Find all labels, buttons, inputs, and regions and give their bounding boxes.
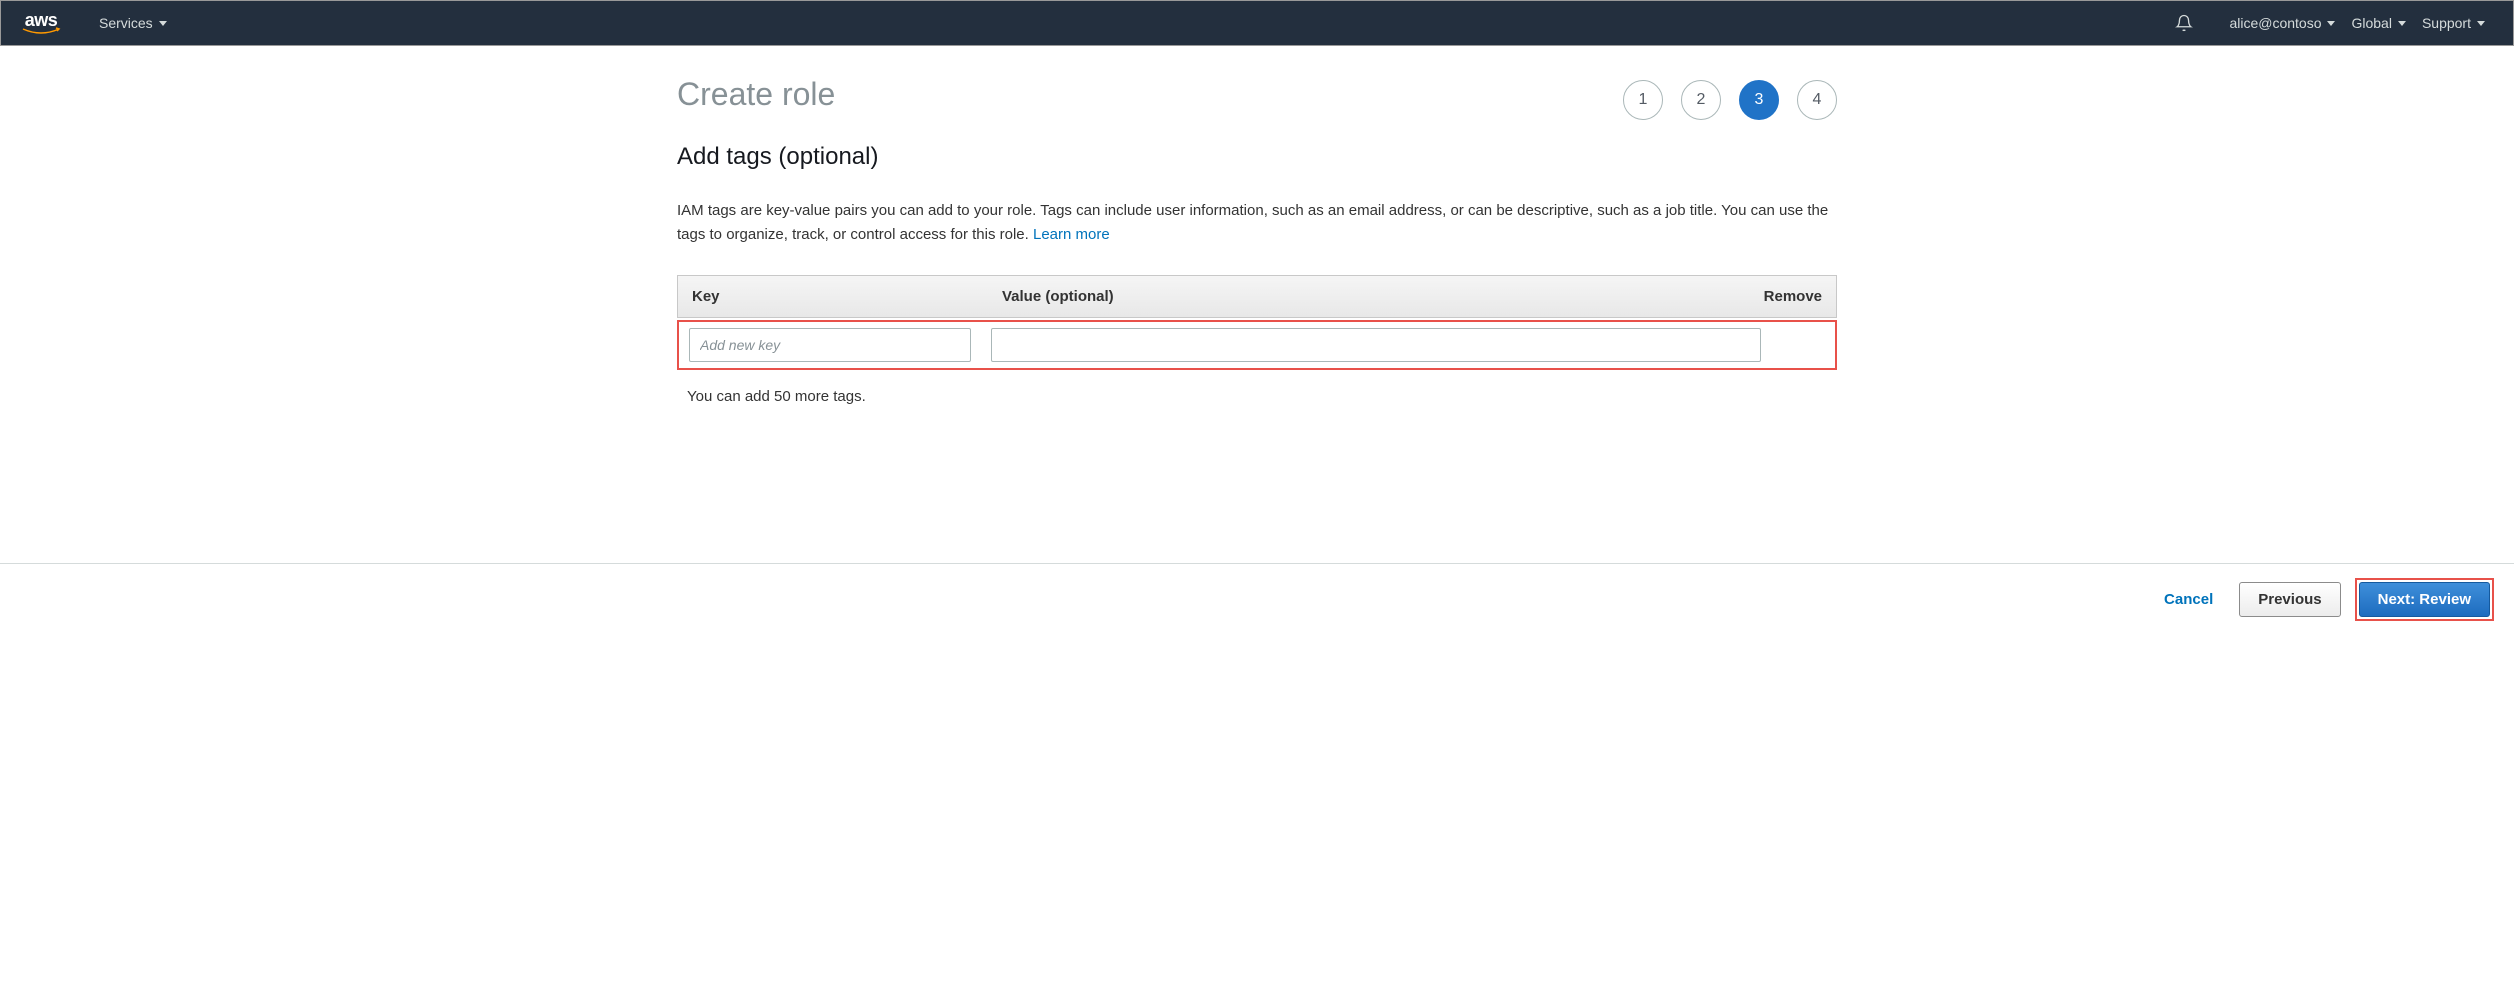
column-header-key: Key bbox=[692, 288, 1002, 305]
learn-more-link[interactable]: Learn more bbox=[1033, 226, 1110, 243]
main-content: Create role 1 2 3 4 Add tags (optional) … bbox=[657, 46, 1857, 443]
column-header-value: Value (optional) bbox=[1002, 288, 1742, 305]
step-2[interactable]: 2 bbox=[1681, 80, 1721, 120]
page-title: Create role bbox=[677, 76, 835, 113]
region-menu[interactable]: Global bbox=[2343, 15, 2413, 31]
description-body: IAM tags are key-value pairs you can add… bbox=[677, 202, 1828, 243]
cancel-button[interactable]: Cancel bbox=[2152, 583, 2225, 616]
chevron-down-icon bbox=[2398, 21, 2406, 26]
chevron-down-icon bbox=[2327, 21, 2335, 26]
next-review-button[interactable]: Next: Review bbox=[2359, 582, 2490, 617]
tag-count-hint: You can add 50 more tags. bbox=[677, 370, 1837, 423]
support-menu[interactable]: Support bbox=[2414, 15, 2493, 31]
tag-key-input[interactable] bbox=[689, 328, 971, 362]
section-title: Add tags (optional) bbox=[677, 143, 1837, 171]
tag-value-input[interactable] bbox=[991, 328, 1761, 362]
description-text: IAM tags are key-value pairs you can add… bbox=[677, 199, 1837, 247]
services-label: Services bbox=[99, 15, 153, 31]
footer-actions: Cancel Previous Next: Review bbox=[0, 563, 2514, 635]
aws-smile-icon bbox=[21, 27, 61, 35]
user-label: alice@contoso bbox=[2229, 15, 2321, 31]
region-label: Global bbox=[2351, 15, 2391, 31]
step-1[interactable]: 1 bbox=[1623, 80, 1663, 120]
column-header-remove: Remove bbox=[1742, 288, 1822, 305]
chevron-down-icon bbox=[2477, 21, 2485, 26]
chevron-down-icon bbox=[159, 21, 167, 26]
account-menu[interactable]: alice@contoso bbox=[2221, 15, 2343, 31]
step-indicator: 1 2 3 4 bbox=[1623, 80, 1837, 120]
step-4[interactable]: 4 bbox=[1797, 80, 1837, 120]
notifications-icon[interactable] bbox=[2167, 14, 2201, 32]
services-menu[interactable]: Services bbox=[91, 15, 175, 31]
top-navigation: aws Services alice@contoso Global Suppor… bbox=[0, 0, 2514, 46]
support-label: Support bbox=[2422, 15, 2471, 31]
previous-button[interactable]: Previous bbox=[2239, 582, 2340, 617]
tags-input-row bbox=[677, 320, 1837, 370]
step-3[interactable]: 3 bbox=[1739, 80, 1779, 120]
tags-table-header: Key Value (optional) Remove bbox=[677, 275, 1837, 318]
aws-logo[interactable]: aws bbox=[21, 11, 61, 35]
bell-icon bbox=[2175, 14, 2193, 32]
next-button-highlight: Next: Review bbox=[2355, 578, 2494, 621]
